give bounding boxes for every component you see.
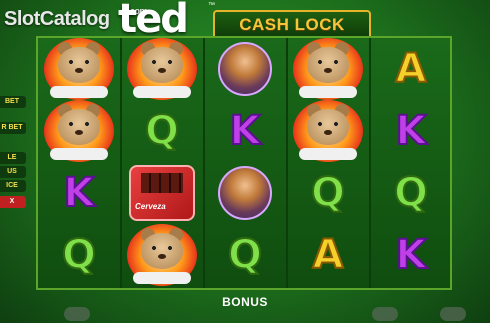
side-label: LE: [0, 152, 26, 164]
letter-q-symbol: Q: [61, 231, 97, 279]
symbol-k: K: [204, 100, 286, 161]
side-close-button[interactable]: X: [0, 196, 26, 208]
letter-k-symbol: K: [395, 231, 428, 279]
slotcatalog-watermark: SlotCatalog .com: [4, 6, 148, 31]
ted-bear-icon: [44, 37, 114, 100]
symbol-ted-bear: [121, 223, 203, 286]
ted-bear-icon: [44, 99, 114, 162]
side-label: ICE: [0, 180, 26, 192]
symbol-k: K: [370, 224, 452, 285]
symbol-ted-bear: [38, 37, 120, 100]
symbol-q: Q: [121, 100, 203, 161]
symbol-ted-bear: [287, 99, 369, 162]
letter-a-symbol: A: [395, 45, 428, 93]
symbol-lady: [204, 162, 286, 223]
symbol-beer: Cerveza: [121, 162, 203, 223]
bottle-deco: [64, 307, 90, 321]
ted-bear-icon: [293, 37, 363, 100]
bottle-deco: [440, 307, 466, 321]
beer-pack-icon: Cerveza: [129, 164, 195, 221]
letter-q-symbol: Q: [310, 169, 346, 217]
reel-grid: K Q Q Cerveza K Q Q A A K Q K: [36, 36, 452, 290]
ted-bear-icon: [293, 99, 363, 162]
symbol-q: Q: [370, 162, 452, 223]
symbol-ted-bear: [38, 99, 120, 162]
letter-k-symbol: K: [229, 107, 262, 155]
symbol-lady: [204, 38, 286, 99]
side-label: US: [0, 166, 26, 178]
letter-k-symbol: K: [395, 107, 428, 155]
letter-q-symbol: Q: [393, 169, 429, 217]
letter-q-symbol: Q: [227, 231, 263, 279]
ted-bear-icon: [127, 37, 197, 100]
side-label: R BET: [0, 122, 26, 134]
symbol-q: Q: [38, 224, 120, 285]
letter-a-symbol: A: [312, 231, 345, 279]
letter-q-symbol: Q: [144, 107, 180, 155]
symbol-k: K: [38, 162, 120, 223]
ted-bear-icon: [127, 223, 197, 286]
lady-portrait-icon: [218, 165, 272, 220]
symbol-k: K: [370, 100, 452, 161]
letter-k-symbol: K: [63, 169, 96, 217]
watermark-text: SlotCatalog: [4, 8, 110, 30]
side-label: BET: [0, 96, 26, 108]
lady-portrait-icon: [218, 41, 272, 96]
symbol-q: Q: [204, 224, 286, 285]
symbol-q: Q: [287, 162, 369, 223]
bottle-deco: [372, 307, 398, 321]
symbol-a: A: [370, 38, 452, 99]
symbol-ted-bear: [287, 37, 369, 100]
trademark: ™: [208, 2, 215, 9]
symbol-ted-bear: [121, 37, 203, 100]
symbol-a: A: [287, 224, 369, 285]
